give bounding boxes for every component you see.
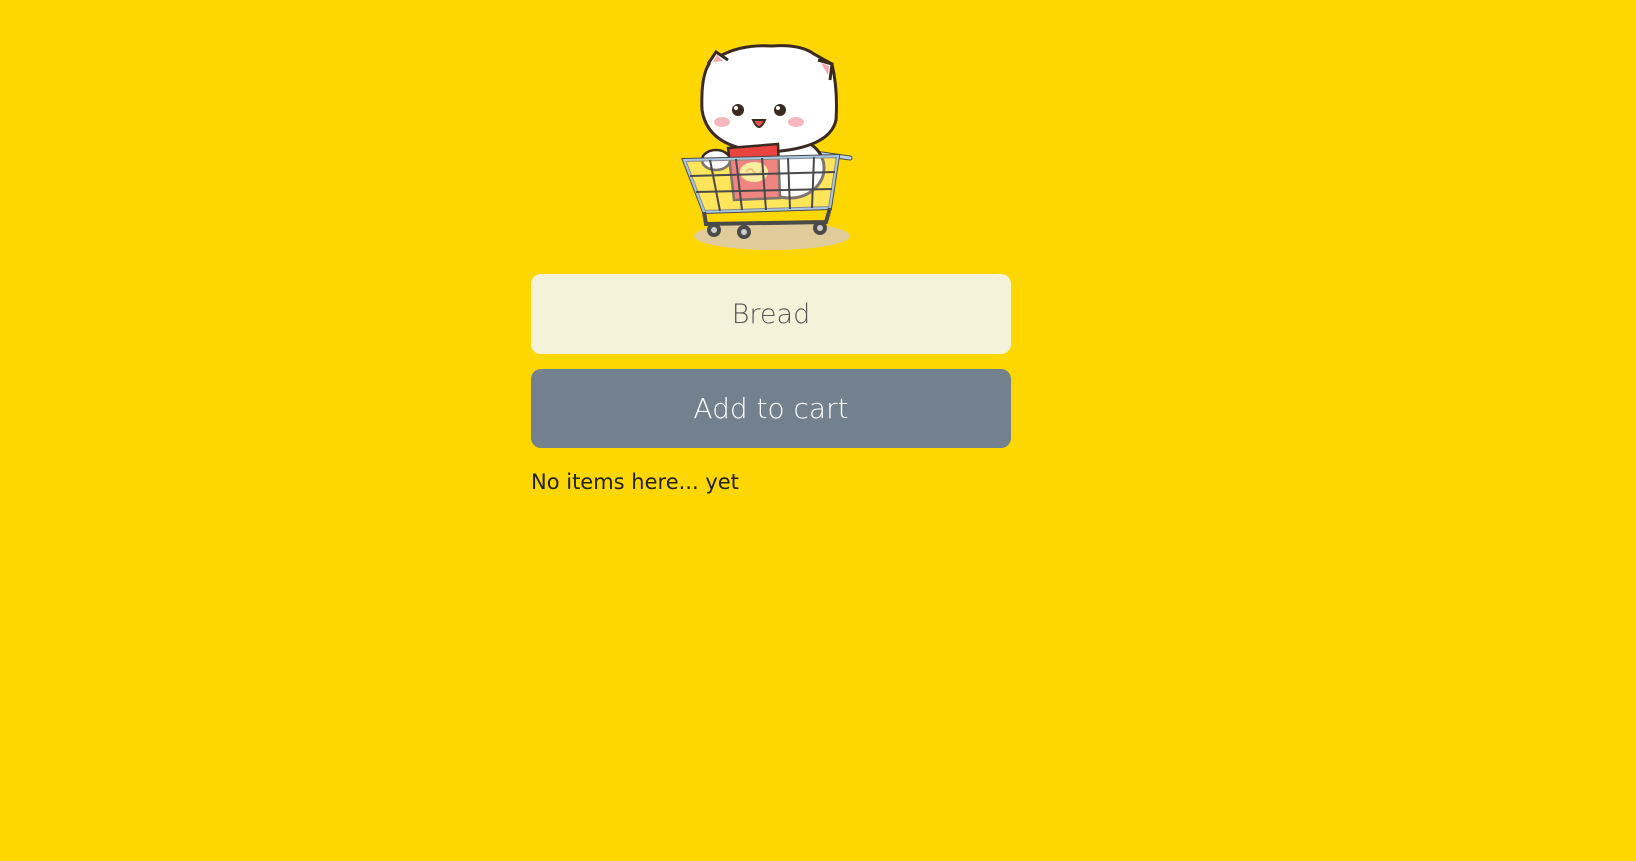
cat-in-shopping-cart-icon <box>680 40 860 254</box>
item-input[interactable] <box>531 274 1011 354</box>
empty-cart-message: No items here... yet <box>531 470 739 494</box>
add-to-cart-button[interactable]: Add to cart <box>531 369 1011 448</box>
